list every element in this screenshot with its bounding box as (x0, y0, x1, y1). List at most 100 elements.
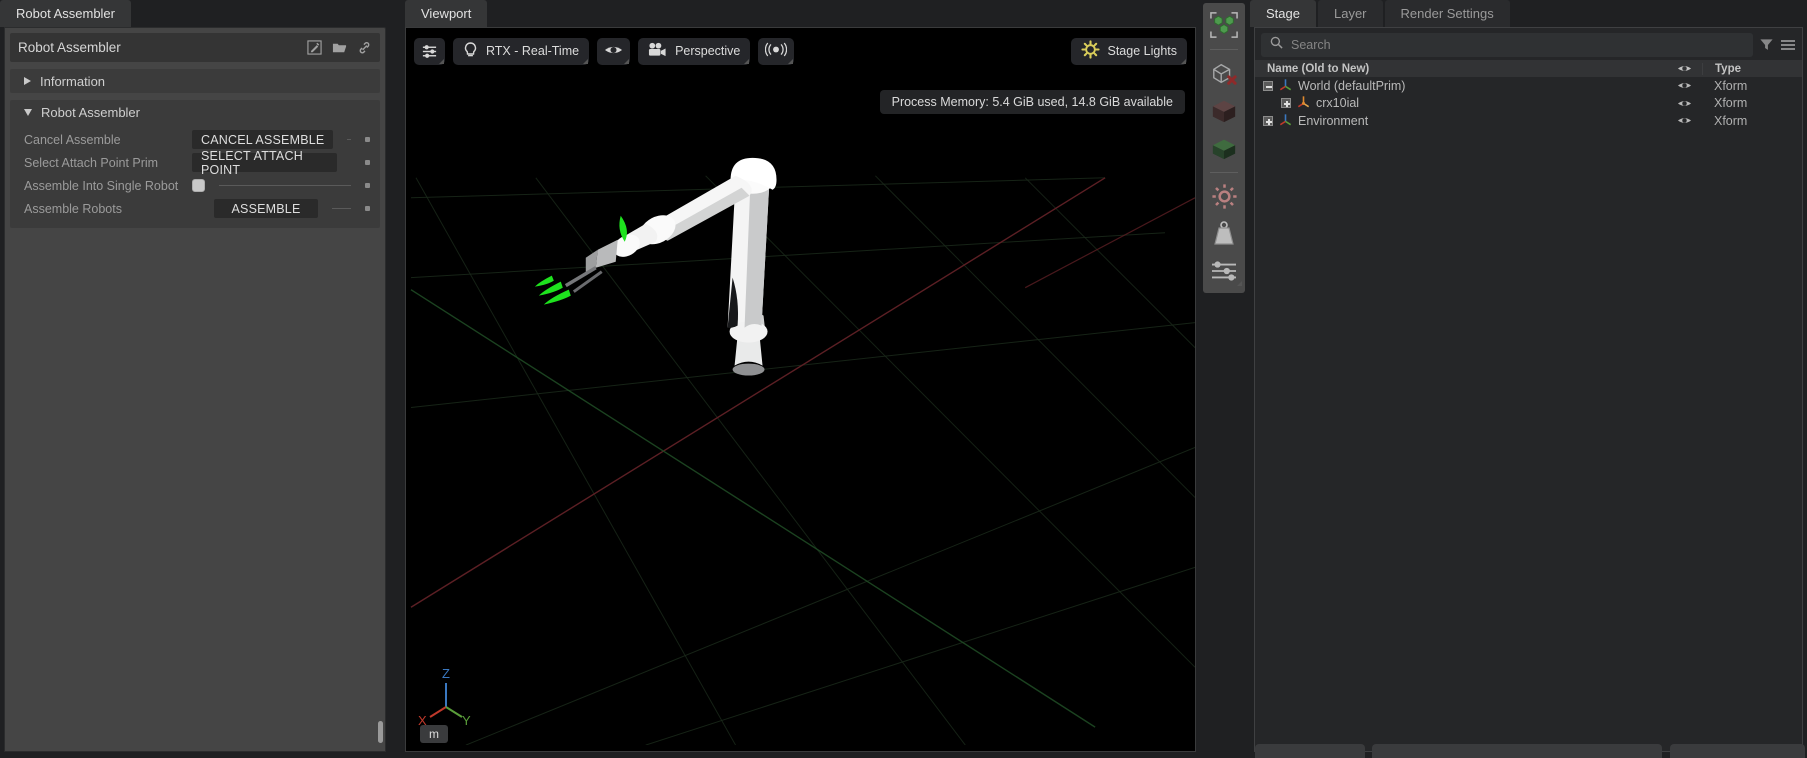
row-revert-dot[interactable] (365, 137, 370, 142)
stage-lights-label: Stage Lights (1107, 44, 1178, 58)
sun-icon (1080, 40, 1100, 62)
row-divider (332, 208, 351, 209)
delete-prim-icon[interactable] (1205, 58, 1243, 90)
bottom-widget-2[interactable] (1372, 744, 1662, 758)
visibility-toggle[interactable] (1666, 98, 1702, 109)
tree-row-type: Xform (1714, 96, 1748, 111)
properties-sliders-icon[interactable] (1205, 255, 1243, 287)
process-memory-tooltip: Process Memory: 5.4 GiB used, 14.8 GiB a… (879, 90, 1185, 114)
cancel-assemble-button[interactable]: CANCEL ASSEMBLE (192, 130, 334, 149)
column-header-name[interactable]: Name (Old to New) (1255, 63, 1666, 75)
stage-lights-button[interactable]: Stage Lights (1070, 37, 1187, 65)
label-cancel-assemble: Cancel Assemble (24, 132, 121, 147)
section-robot-assembler-label: Robot Assembler (41, 104, 140, 120)
row-revert-dot[interactable] (365, 183, 370, 188)
row-revert-dot[interactable] (365, 206, 370, 211)
row-divider (347, 139, 351, 140)
section-information-label: Information (40, 73, 106, 89)
xform-axis-icon (1278, 77, 1293, 95)
settings-gear-icon[interactable] (1205, 181, 1243, 213)
section-information: Information (10, 69, 380, 93)
tree-row-environment[interactable]: Environment Xform (1255, 112, 1802, 130)
label-assemble-robots: Assemble Robots (24, 201, 122, 216)
visibility-toggle[interactable] (1666, 115, 1702, 126)
rail-separator (1210, 49, 1238, 50)
viewport-toolbar: RTX - Real-Time Perspective Stage Lights (414, 36, 1187, 66)
left-panel-tabstrip: Robot Assembler (0, 0, 390, 27)
label-select-attach-point-prim: Select Attach Point Prim (24, 155, 159, 170)
column-header-type[interactable]: Type (1702, 62, 1802, 75)
camera-icon (648, 42, 667, 60)
camera-button[interactable]: Perspective (638, 37, 751, 65)
bottom-widget-1[interactable] (1255, 744, 1365, 758)
physics-tool-rail-inner (1203, 3, 1245, 293)
label-assemble-into-single-robot: Assemble Into Single Robot (24, 178, 179, 193)
row-assemble-robots: Assemble Robots ASSEMBLE (10, 197, 380, 220)
unit-label[interactable]: m (420, 725, 448, 743)
section-robot-assembler-body: Cancel Assemble CANCEL ASSEMBLE Select A… (10, 124, 380, 228)
viewport-settings-button[interactable] (414, 37, 445, 65)
menu-icon[interactable] (1780, 38, 1796, 52)
stage-tree-header: Name (Old to New) Type (1255, 60, 1802, 77)
tree-row-label: World (defaultPrim) (1298, 78, 1406, 93)
left-panel-scrollbar-thumb[interactable] (378, 721, 383, 743)
expand-expander-icon[interactable] (1263, 115, 1273, 126)
viewport-tabstrip: Viewport (405, 0, 1200, 27)
filter-icon[interactable] (1759, 37, 1774, 52)
edit-icon[interactable] (307, 40, 322, 55)
assemble-into-single-robot-checkbox[interactable] (192, 179, 205, 192)
expand-expander-icon[interactable] (1281, 98, 1291, 109)
render-mode-button[interactable]: RTX - Real-Time (453, 37, 590, 65)
viewport-3d-scene[interactable] (406, 28, 1195, 746)
bottom-widget-3[interactable] (1670, 744, 1805, 758)
tab-robot-assembler[interactable]: Robot Assembler (0, 0, 131, 27)
dark-cube-icon[interactable] (1205, 95, 1243, 127)
column-header-eye-icon[interactable] (1666, 63, 1702, 74)
section-information-header[interactable]: Information (10, 69, 380, 93)
visibility-toggle[interactable] (1666, 80, 1702, 91)
eye-icon (604, 43, 623, 60)
gizmo-z-label: Z (442, 666, 450, 681)
camera-label: Perspective (675, 44, 741, 58)
select-multiple-icon[interactable] (1205, 9, 1243, 41)
axis-gizmo[interactable]: Z X Y (416, 663, 480, 733)
gizmo-y-label: Y (462, 713, 471, 728)
chevron-down-icon (24, 108, 32, 116)
stage-search-bar (1255, 28, 1802, 60)
search-icon (1270, 36, 1283, 54)
search-box[interactable] (1261, 32, 1753, 57)
collapse-expander-icon[interactable] (1263, 80, 1273, 91)
tab-layer[interactable]: Layer (1317, 0, 1383, 27)
visibility-button[interactable] (597, 37, 631, 65)
row-revert-dot[interactable] (365, 160, 370, 165)
search-input[interactable] (1291, 37, 1744, 52)
assemble-button[interactable]: ASSEMBLE (214, 199, 318, 218)
link-icon[interactable] (357, 40, 372, 55)
left-panel-scrollbar[interactable] (378, 32, 383, 747)
physics-tool-rail (1200, 0, 1248, 758)
select-attach-point-button[interactable]: SELECT ATTACH POINT (192, 149, 337, 177)
sensors-button[interactable] (758, 37, 795, 65)
viewport-body[interactable]: RTX - Real-Time Perspective Stage Lights… (405, 27, 1196, 752)
render-mode-label: RTX - Real-Time (486, 44, 580, 58)
xform-axis-icon (1278, 112, 1293, 130)
tree-row-world[interactable]: World (defaultPrim) Xform (1255, 77, 1802, 95)
signal-icon (765, 42, 788, 60)
stage-panel: Stage Layer Render Settings Search Name … (1250, 0, 1807, 758)
green-cube-icon[interactable] (1205, 132, 1243, 164)
lightbulb-icon (463, 41, 478, 61)
section-robot-assembler-header[interactable]: Robot Assembler (10, 100, 380, 124)
tree-row-crx10ial[interactable]: crx10ial Xform (1255, 95, 1802, 113)
stage-tree: World (defaultPrim) Xform crx10ial Xform… (1255, 77, 1802, 751)
tab-stage[interactable]: Stage (1250, 0, 1316, 27)
rail-separator (1210, 172, 1238, 173)
tab-viewport[interactable]: Viewport (405, 0, 488, 27)
tab-render-settings[interactable]: Render Settings (1384, 0, 1510, 27)
mass-weight-icon[interactable] (1205, 218, 1243, 250)
row-select-attach-point: Select Attach Point Prim SELECT ATTACH P… (10, 149, 380, 177)
panel-header: Robot Assembler (10, 33, 380, 62)
viewport-panel: Viewport RTX - Real-Time Perspective Sta… (405, 0, 1200, 758)
stage-body: Name (Old to New) Type (1254, 27, 1803, 752)
open-folder-icon[interactable] (332, 40, 347, 55)
row-divider (219, 185, 351, 186)
